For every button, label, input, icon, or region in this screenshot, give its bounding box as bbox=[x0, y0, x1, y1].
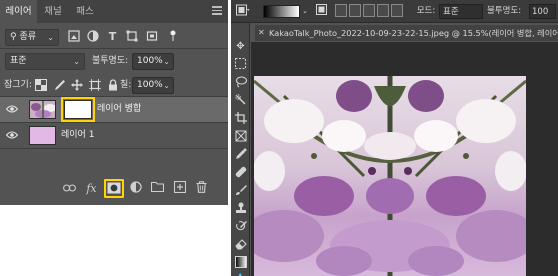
divider bbox=[0, 48, 228, 49]
linear-gradient-icon[interactable] bbox=[335, 4, 347, 17]
layer-name: 레이어 병합 bbox=[97, 104, 142, 114]
layer-thumbnail[interactable] bbox=[29, 100, 56, 119]
tab-paths[interactable]: 패스 bbox=[69, 0, 101, 23]
chevron-down-icon: ⌄ bbox=[163, 57, 170, 66]
mode-value: 표준 bbox=[443, 7, 459, 17]
layer-name: 레이어 1 bbox=[61, 130, 95, 140]
mask-highlight-box bbox=[61, 97, 95, 122]
panel-tab-bar: 레이어 채널 패스 bbox=[0, 0, 228, 23]
lock-transparent-pixels-icon[interactable] bbox=[34, 79, 47, 92]
divider bbox=[0, 148, 228, 149]
options-bar: ⌄ 모드: 표준 불투명도: 100 bbox=[231, 0, 558, 23]
radial-gradient-icon[interactable] bbox=[349, 4, 361, 17]
layer-row-merged[interactable]: 레이어 병합 bbox=[0, 97, 228, 122]
marquee-tool-icon[interactable] bbox=[234, 58, 247, 71]
move-tool-icon[interactable]: ✥ bbox=[234, 40, 247, 53]
layers-panel: 레이어 채널 패스 ⚲ 종류 ⌄ T 표준 ⌄ 불투명도: 100% ⌄ 잠그기… bbox=[0, 0, 228, 205]
panel-menu-icon[interactable] bbox=[212, 6, 222, 16]
layers-bottom-bar: fx bbox=[0, 176, 228, 201]
layer-row-layer1[interactable]: 레이어 1 bbox=[0, 123, 228, 148]
mode-label: 모드: bbox=[416, 6, 436, 16]
quick-select-tool-icon[interactable] bbox=[234, 94, 247, 107]
eye-icon[interactable] bbox=[5, 104, 19, 114]
eye-icon[interactable] bbox=[5, 130, 19, 140]
folder-icon[interactable] bbox=[150, 181, 165, 196]
tab-channels[interactable]: 채널 bbox=[37, 0, 69, 23]
chevron-down-icon: ⌄ bbox=[73, 57, 80, 66]
options-opacity-value: 100 bbox=[532, 7, 549, 17]
gradient-preview[interactable] bbox=[263, 5, 300, 18]
blend-mode-dropdown[interactable]: 표준 ⌄ bbox=[5, 53, 85, 70]
lock-all-icon[interactable] bbox=[106, 79, 119, 92]
clone-stamp-tool-icon[interactable] bbox=[234, 202, 247, 215]
angle-gradient-icon[interactable] bbox=[363, 4, 375, 17]
options-opacity-field[interactable]: 100 bbox=[529, 4, 556, 19]
lock-position-icon[interactable] bbox=[70, 79, 83, 92]
fill-label: 칠: bbox=[120, 80, 132, 90]
document-title: KakaoTalk_Photo_2022-10-09-23-22-15.jpeg… bbox=[269, 28, 558, 38]
chevron-down-icon[interactable]: ⌄ bbox=[301, 4, 309, 19]
photoshop-window: ⌄ 모드: 표준 불투명도: 100 ✥ ✕ KakaoTalk_Photo_2… bbox=[231, 0, 558, 276]
filter-toggle-icon[interactable] bbox=[166, 30, 179, 43]
options-opacity-label: 불투명도: bbox=[487, 6, 522, 16]
tab-layers[interactable]: 레이어 bbox=[0, 0, 37, 23]
shape-filter-icon[interactable] bbox=[125, 30, 138, 43]
eyedropper-tool-icon[interactable] bbox=[234, 148, 247, 161]
diamond-gradient-icon[interactable] bbox=[391, 4, 403, 17]
adjustment-icon[interactable] bbox=[128, 181, 143, 196]
chevron-down-icon: ⌄ bbox=[47, 33, 54, 42]
lock-artboard-icon[interactable] bbox=[88, 79, 101, 92]
fill-value: 100% bbox=[137, 80, 163, 90]
chevron-down-icon: ⌄ bbox=[163, 81, 170, 90]
toolbox: ✥ bbox=[231, 23, 250, 276]
filter-kind-label: 종류 bbox=[19, 32, 37, 42]
search-icon: ⚲ bbox=[10, 32, 17, 42]
brush-tool-icon[interactable] bbox=[234, 184, 247, 197]
blend-mode-value: 표준 bbox=[10, 56, 27, 66]
lasso-tool-icon[interactable] bbox=[234, 76, 247, 89]
gradient-editor-icon[interactable] bbox=[315, 4, 327, 19]
type-filter-icon[interactable]: T bbox=[106, 30, 119, 43]
opacity-label: 불투명도: bbox=[92, 56, 129, 66]
link-icon[interactable] bbox=[62, 181, 77, 196]
reflected-gradient-icon[interactable] bbox=[377, 4, 389, 17]
gradient-tool-icon[interactable] bbox=[234, 256, 247, 269]
fill-field[interactable]: 100% ⌄ bbox=[132, 77, 174, 94]
adjustment-filter-icon[interactable] bbox=[86, 30, 99, 43]
lock-image-pixels-icon[interactable] bbox=[52, 79, 65, 92]
pixel-filter-icon[interactable] bbox=[67, 30, 80, 43]
opacity-value: 100% bbox=[137, 56, 163, 66]
smart-object-filter-icon[interactable] bbox=[145, 30, 158, 43]
healing-brush-tool-icon[interactable] bbox=[234, 166, 247, 179]
frame-tool-icon[interactable] bbox=[234, 130, 247, 143]
fx-icon[interactable]: fx bbox=[84, 181, 99, 196]
lock-label: 잠그기: bbox=[4, 80, 32, 90]
mode-dropdown[interactable]: 표준 bbox=[439, 4, 483, 19]
add-mask-icon[interactable] bbox=[104, 179, 124, 198]
crop-tool-icon[interactable] bbox=[234, 112, 247, 125]
history-brush-tool-icon[interactable] bbox=[234, 220, 247, 233]
opacity-field[interactable]: 100% ⌄ bbox=[132, 53, 174, 70]
close-icon[interactable]: ✕ bbox=[258, 25, 265, 41]
new-layer-icon[interactable] bbox=[172, 180, 187, 196]
tool-preset-icon[interactable] bbox=[235, 4, 251, 19]
canvas-image[interactable] bbox=[244, 76, 536, 276]
trash-icon[interactable] bbox=[194, 181, 209, 196]
layer-thumbnail[interactable] bbox=[29, 126, 56, 145]
layer-filter-dropdown[interactable]: ⚲ 종류 ⌄ bbox=[5, 29, 59, 46]
eraser-tool-icon[interactable] bbox=[234, 238, 247, 251]
document-tab[interactable]: ✕ KakaoTalk_Photo_2022-10-09-23-22-15.jp… bbox=[255, 25, 558, 41]
